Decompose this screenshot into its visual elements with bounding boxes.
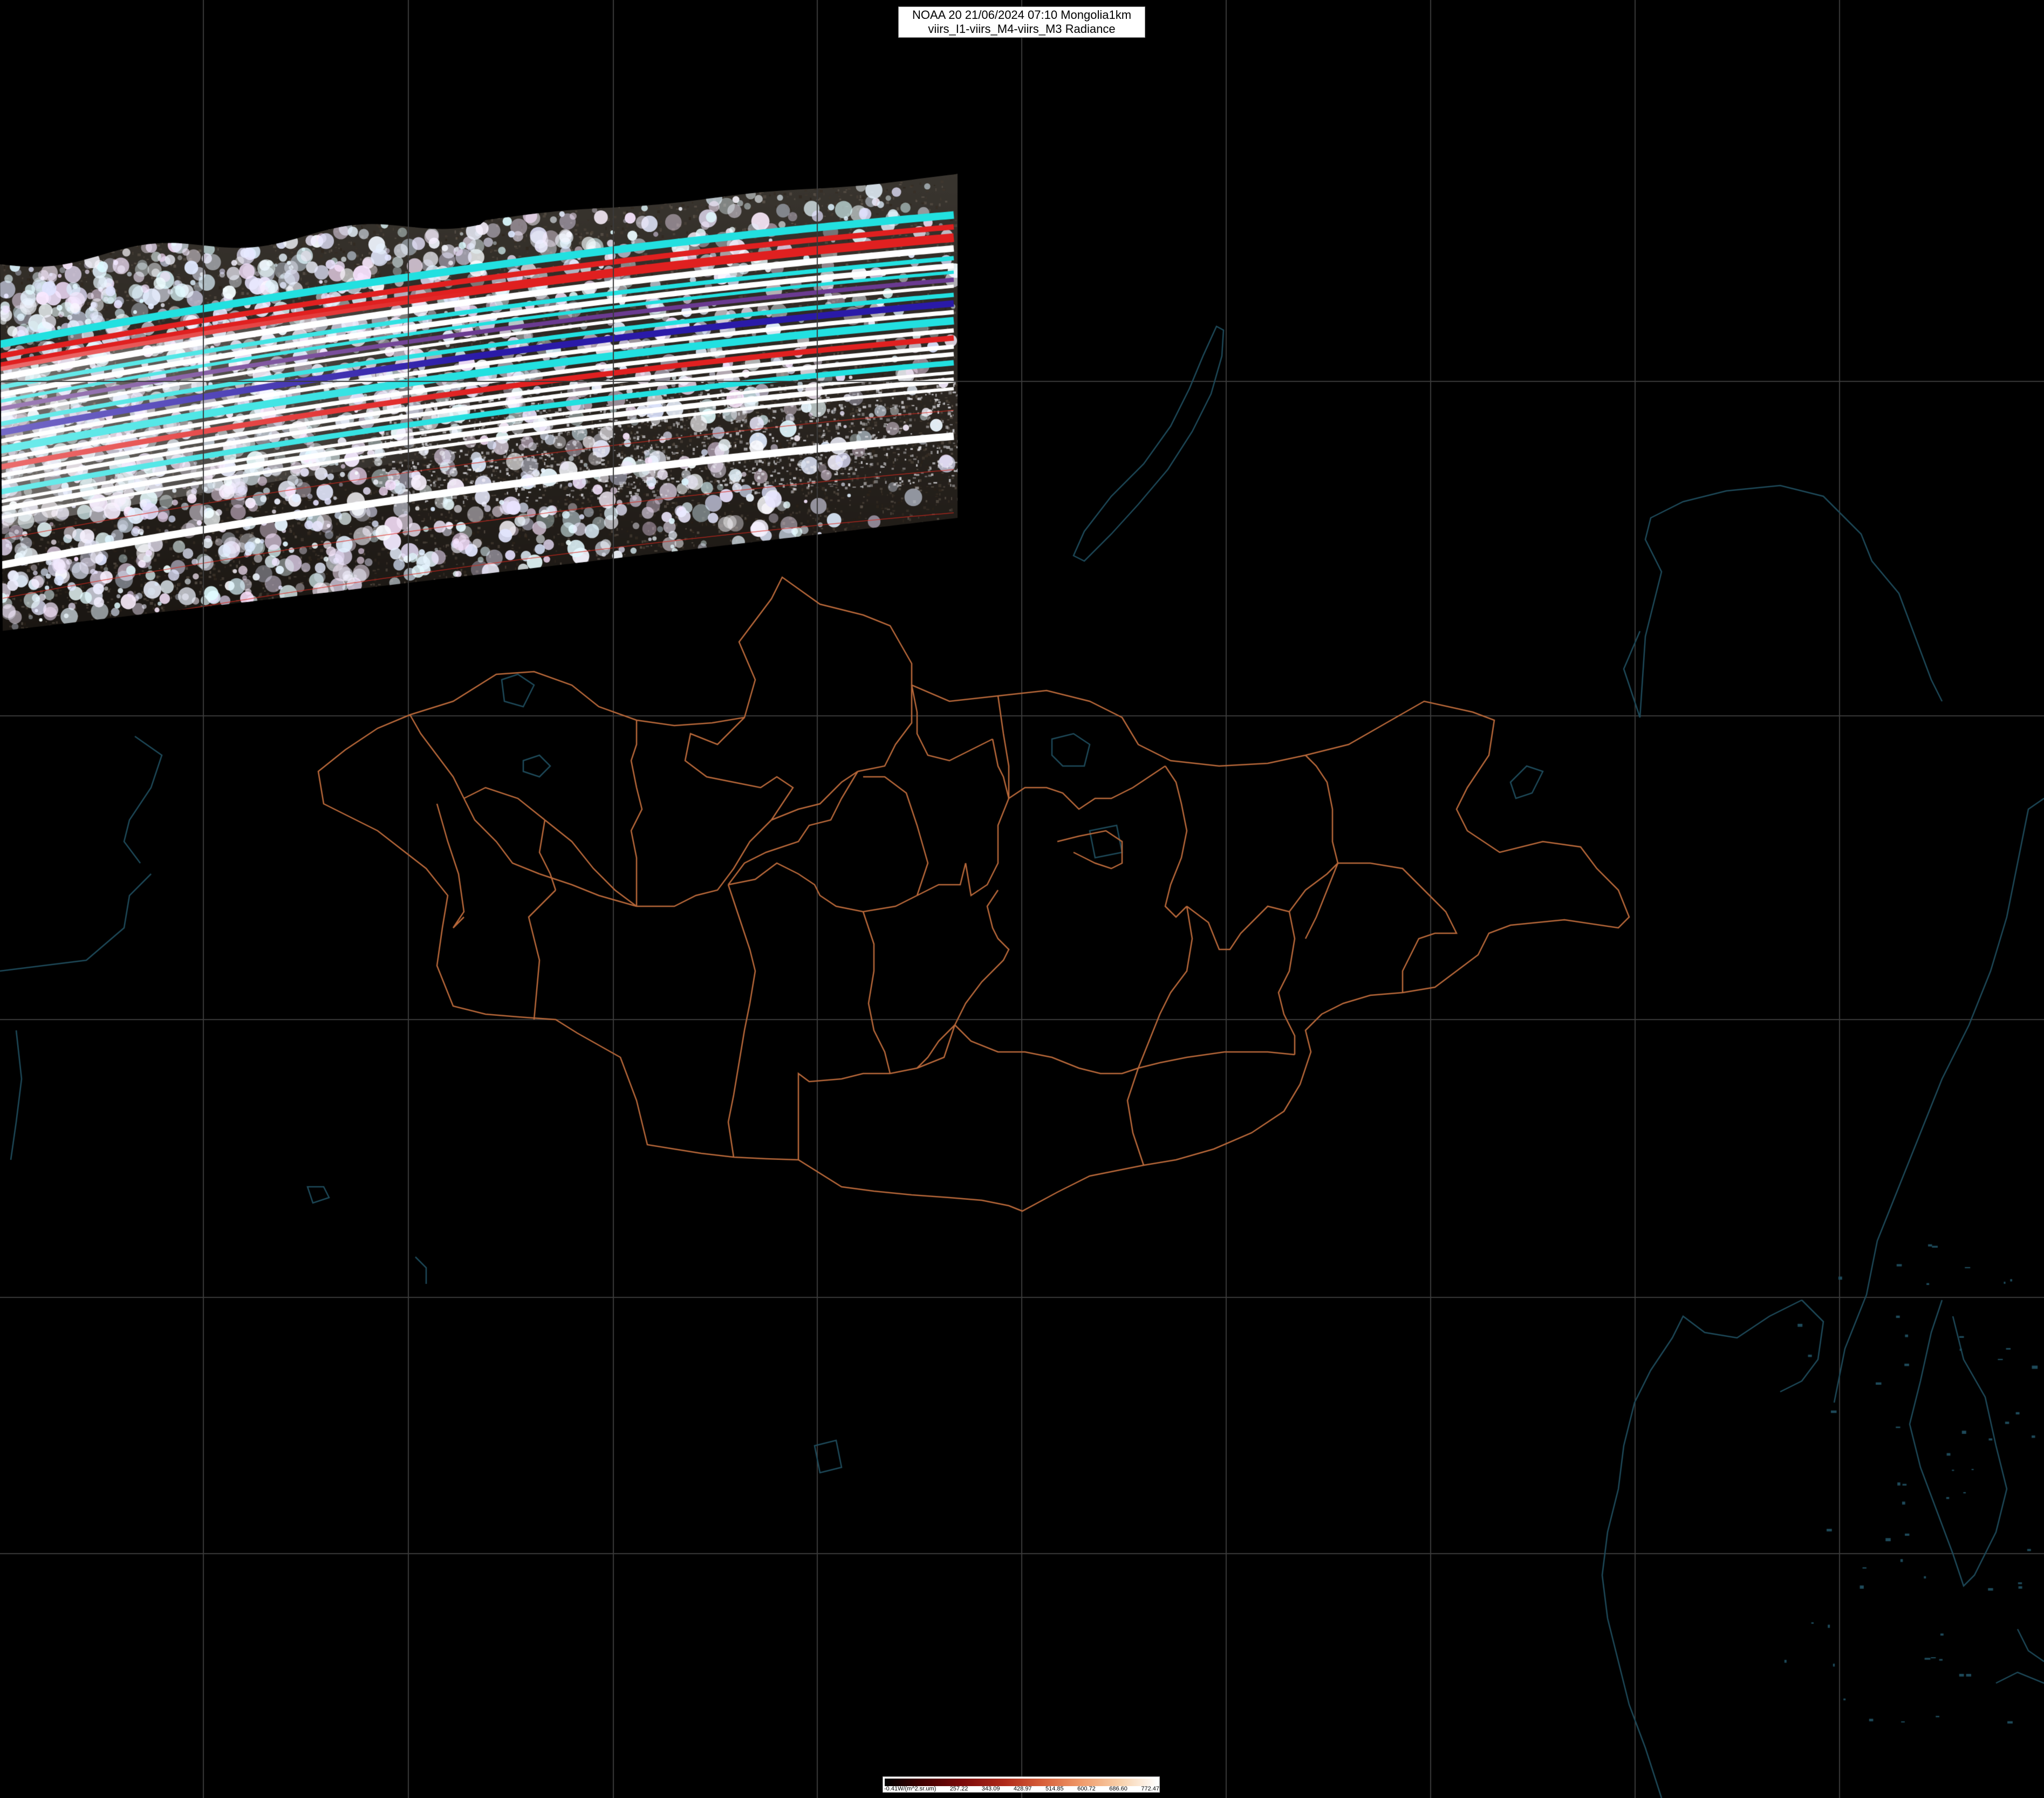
colorbar-label: 772.47 [1141,1786,1159,1792]
colorbar-label: 600.72 [1077,1786,1096,1792]
satellite-map-canvas [0,0,2044,1798]
colorbar-label: 428.97 [1013,1786,1032,1792]
colorbar-legend: -0.41W/(m^2.sr.um) 257.22 343.09 428.97 … [883,1776,1160,1793]
colorbar-label: 686.60 [1109,1786,1127,1792]
colorbar-gradient [885,1779,1158,1786]
map-title: NOAA 20 21/06/2024 07:10 Mongolia1km vii… [898,6,1145,38]
colorbar-label: 514.85 [1045,1786,1064,1792]
map-title-line-2: viirs_I1-viirs_M4-viirs_M3 Radiance [928,22,1116,36]
colorbar-labels: -0.41W/(m^2.sr.um) 257.22 343.09 428.97 … [884,1786,1159,1793]
colorbar-label: -0.41W/(m^2.sr.um) [884,1786,936,1792]
colorbar-label: 257.22 [949,1786,968,1792]
colorbar-label: 343.09 [981,1786,1000,1792]
map-title-line-1: NOAA 20 21/06/2024 07:10 Mongolia1km [912,8,1132,22]
